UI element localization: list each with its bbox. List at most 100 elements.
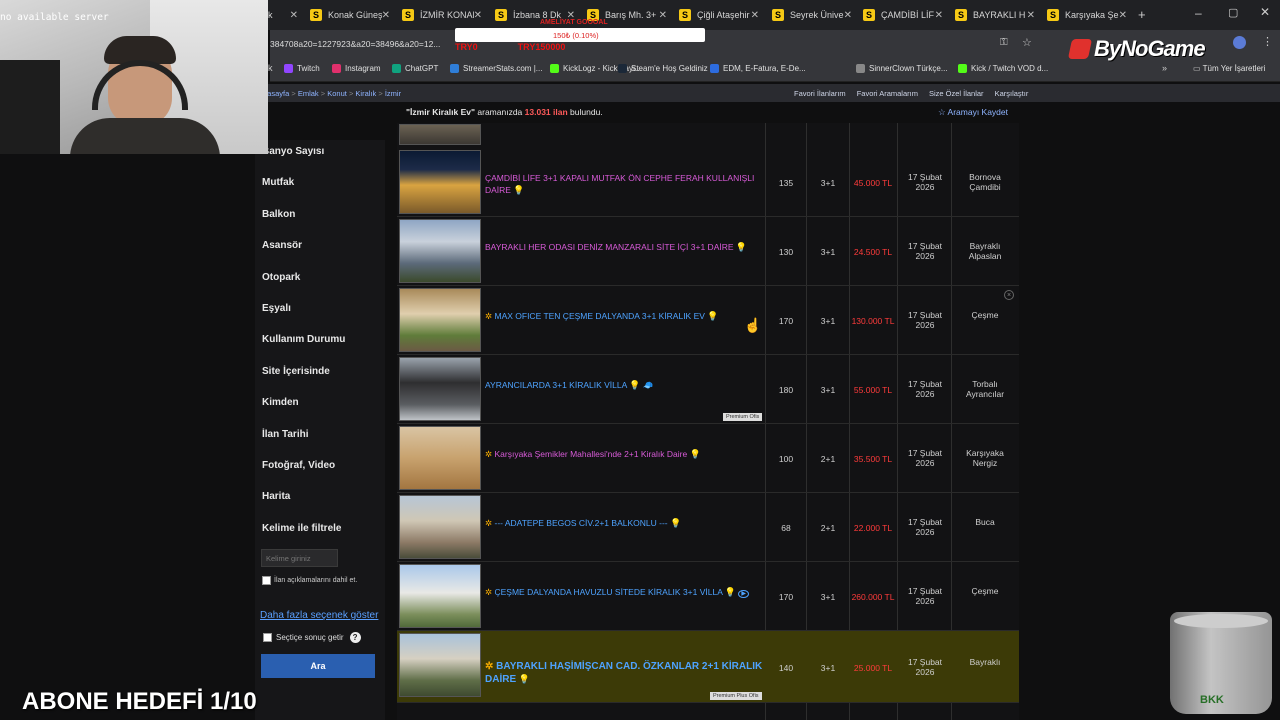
filter-item[interactable]: Kullanım Durumu [262, 334, 345, 345]
bookmark-item[interactable]: Twitch [284, 64, 320, 73]
key-icon[interactable]: ⚿ [1000, 37, 1008, 48]
save-search-link[interactable]: ☆ Aramayı Kaydet [938, 107, 1008, 118]
more-options-link[interactable]: Daha fazla seçenek göster [260, 610, 378, 621]
donation-widget: AMELİYAT GOOOAL 150₺ (0.10%) TRY0 TRY150… [455, 19, 705, 59]
listing-row[interactable]: BAYRAKLI HER ODASI DENİZ MANZARALI SİTE … [397, 217, 1019, 286]
listing-row[interactable]: ✲ MAX OFICE TEN ÇEŞME DALYANDA 3+1 KİRAL… [397, 286, 1019, 355]
site-nav-link[interactable]: Size Özel İlanlar [929, 89, 984, 98]
filter-item[interactable]: İlan Tarihi [262, 429, 309, 440]
maximize-button[interactable]: ▢ [1228, 6, 1238, 19]
bookmark-item[interactable]: SinnerClown Türkçe... [856, 64, 948, 73]
menu-icon[interactable]: ⋮ [1262, 35, 1273, 48]
listing-location: Bayraklı [969, 657, 1001, 667]
site-nav-link[interactable]: Favori İlanlarım [794, 89, 846, 98]
bookmark-favicon-icon [284, 64, 293, 73]
listing-title-wrap[interactable]: BAYRAKLI HER ODASI DENİZ MANZARALI SİTE … [485, 241, 765, 253]
listing-row[interactable]: ✲ --- ADATEPE BEGOS CİV.2+1 BALKONLU ---… [397, 493, 1019, 562]
breadcrumb-item[interactable]: İzmir [385, 89, 401, 98]
filter-item[interactable]: Fotoğraf, Video [262, 460, 335, 471]
listing-row[interactable]: ÇAMDİBİ LİFE 3+1 KAPALI MUTFAK ÖN CEPHE … [397, 148, 1019, 217]
close-window-button[interactable]: ✕ [1260, 5, 1270, 19]
filter-item[interactable]: Balkon [262, 209, 295, 220]
listing-title-wrap[interactable]: ✲ Karşıyaka Şemikler Mahallesi'nde 2+1 K… [485, 448, 765, 460]
listing-title-wrap[interactable]: AYRANCILARDA 3+1 KİRALIK VİLLA 💡 🧢 [485, 379, 765, 391]
listing-row[interactable]: ✲ BAYRAKLI HAŞİMİŞCAN CAD. ÖZKANLAR 2+1 … [397, 631, 1019, 703]
listing-thumbnail[interactable] [399, 150, 481, 214]
tab-close-icon[interactable]: ✕ [935, 10, 943, 21]
search-button[interactable]: Ara [261, 654, 375, 678]
listing-rooms: 3+1 [820, 316, 836, 326]
listing-thumbnail[interactable] [399, 219, 481, 283]
bookmark-item[interactable]: ChatGPT [392, 64, 438, 73]
new-tab-button[interactable]: + [1138, 7, 1146, 22]
browser-tab[interactable]: k ✕ [268, 4, 304, 26]
tab-close-icon[interactable]: ✕ [844, 10, 852, 21]
listing-thumbnail[interactable] [399, 564, 481, 628]
listing-thumbnail[interactable] [399, 426, 481, 490]
listing-title-wrap[interactable]: ✲ ÇEŞME DALYANDA HAVUZLU SİTEDE KİRALIK … [485, 586, 765, 600]
filter-item[interactable]: Kimden [262, 397, 299, 408]
listing-row[interactable]: ✲ Karşıyaka Şemikler Mahallesi'nde 2+1 K… [397, 424, 1019, 493]
listing-thumbnail[interactable] [399, 357, 481, 421]
breadcrumb-item[interactable]: Emlak [298, 89, 319, 98]
filter-item[interactable]: Site İçerisinde [262, 366, 330, 377]
tab-close-icon[interactable]: ✕ [1027, 10, 1035, 21]
logo-text: ByNoGame [1094, 36, 1206, 61]
profile-icon[interactable] [1233, 36, 1246, 49]
listing-title-wrap[interactable]: ✲ BAYRAKLI HAŞİMİŞCAN CAD. ÖZKANLAR 2+1 … [485, 661, 765, 686]
browser-tab[interactable]: S Karşıyaka Şe ✕ [1041, 4, 1133, 26]
filter-item[interactable]: Harita [262, 491, 290, 502]
include-description-checkbox[interactable] [262, 576, 271, 585]
listing-title-wrap[interactable]: ✲ --- ADATEPE BEGOS CİV.2+1 BALKONLU ---… [485, 517, 765, 529]
url-field[interactable]: 384708a20=1227923&a20=38496&a20=12... [270, 39, 440, 49]
breadcrumb-item[interactable]: Konut [327, 89, 347, 98]
filter-item[interactable]: Kelime ile filtrele [262, 523, 341, 534]
listing-row[interactable]: AYRANCILARDA 3+1 KİRALIK VİLLA 💡 🧢 180 3+1… [397, 355, 1019, 424]
listing-thumbnail[interactable] [399, 633, 481, 697]
bookmark-star-icon[interactable]: ☆ [1022, 36, 1032, 49]
sub-goal: ABONE HEDEFİ 1/10 [22, 688, 257, 715]
all-bookmarks[interactable]: ▭ Tüm Yer İşaretleri [1193, 64, 1265, 73]
listing-row[interactable]: ✲ ÇEŞME DALYANDA HAVUZLU SİTEDE KİRALIK … [397, 562, 1019, 631]
listing-thumbnail[interactable] [399, 495, 481, 559]
listing-date: 17 Şubat 2026 [907, 379, 943, 399]
tab-close-icon[interactable]: ✕ [1119, 10, 1127, 21]
listing-title-wrap[interactable]: ✲ MAX OFICE TEN ÇEŞME DALYANDA 3+1 KİRAL… [485, 310, 765, 322]
bookmark-item[interactable]: Kick / Twitch VOD d... [958, 64, 1048, 73]
listing-price: 22.000 TL [853, 523, 893, 533]
more-bookmarks-icon[interactable]: » [1162, 63, 1167, 73]
browser-tab[interactable]: S BAYRAKLI H ✕ [949, 4, 1041, 26]
tab-close-icon[interactable]: ✕ [382, 10, 390, 21]
filter-item[interactable]: Mutfak [262, 177, 294, 188]
breadcrumb-item[interactable]: Kiralık [355, 89, 376, 98]
browser-tab[interactable]: S Konak Güneş ✕ [304, 4, 396, 26]
filter-item[interactable]: Banyo Sayısı [262, 146, 324, 157]
blue-hat-icon: 🧢 [642, 380, 654, 390]
site-nav-link[interactable]: Favori Aramalarım [857, 89, 918, 98]
filter-item[interactable]: Eşyalı [262, 303, 291, 314]
filter-item[interactable]: Otopark [262, 272, 300, 283]
filter-item[interactable]: Asansör [262, 240, 302, 251]
apps-icon[interactable]: k [268, 63, 273, 73]
selective-checkbox[interactable] [263, 633, 272, 642]
breadcrumb: Anasayfa > Emlak > Konut > Kiralık > İzm… [258, 89, 401, 98]
tab-close-icon[interactable]: ✕ [751, 10, 759, 21]
site-nav-link[interactable]: Karşılaştır [995, 89, 1029, 98]
listing-title: BAYRAKLI HER ODASI DENİZ MANZARALI SİTE … [485, 242, 734, 252]
bookmark-item[interactable]: Steam'e Hoş Geldiniz [618, 64, 708, 73]
bookmark-item[interactable]: StreamerStats.com |... [450, 64, 542, 73]
bookmark-favicon-icon [618, 64, 627, 73]
tab-close-icon[interactable]: ✕ [290, 10, 298, 21]
minimize-button[interactable]: – [1195, 6, 1202, 20]
browser-tab[interactable]: S ÇAMDİBİ LİF ✕ [857, 4, 949, 26]
keyword-input[interactable] [261, 549, 338, 567]
tab-favicon-icon: S [955, 9, 967, 21]
bookmark-item[interactable]: EDM, E-Fatura, E-De... [710, 64, 806, 73]
listing-thumbnail[interactable] [399, 288, 481, 352]
close-circle-icon[interactable]: × [1004, 290, 1014, 300]
bookmark-item[interactable]: Instagram [332, 64, 381, 73]
browser-tab[interactable]: S Seyrek Ünive ✕ [766, 4, 858, 26]
listing-title-wrap[interactable]: ÇAMDİBİ LİFE 3+1 KAPALI MUTFAK ÖN CEPHE … [485, 172, 765, 196]
listing-location: Buca [975, 517, 995, 527]
help-icon[interactable]: ? [349, 632, 361, 643]
